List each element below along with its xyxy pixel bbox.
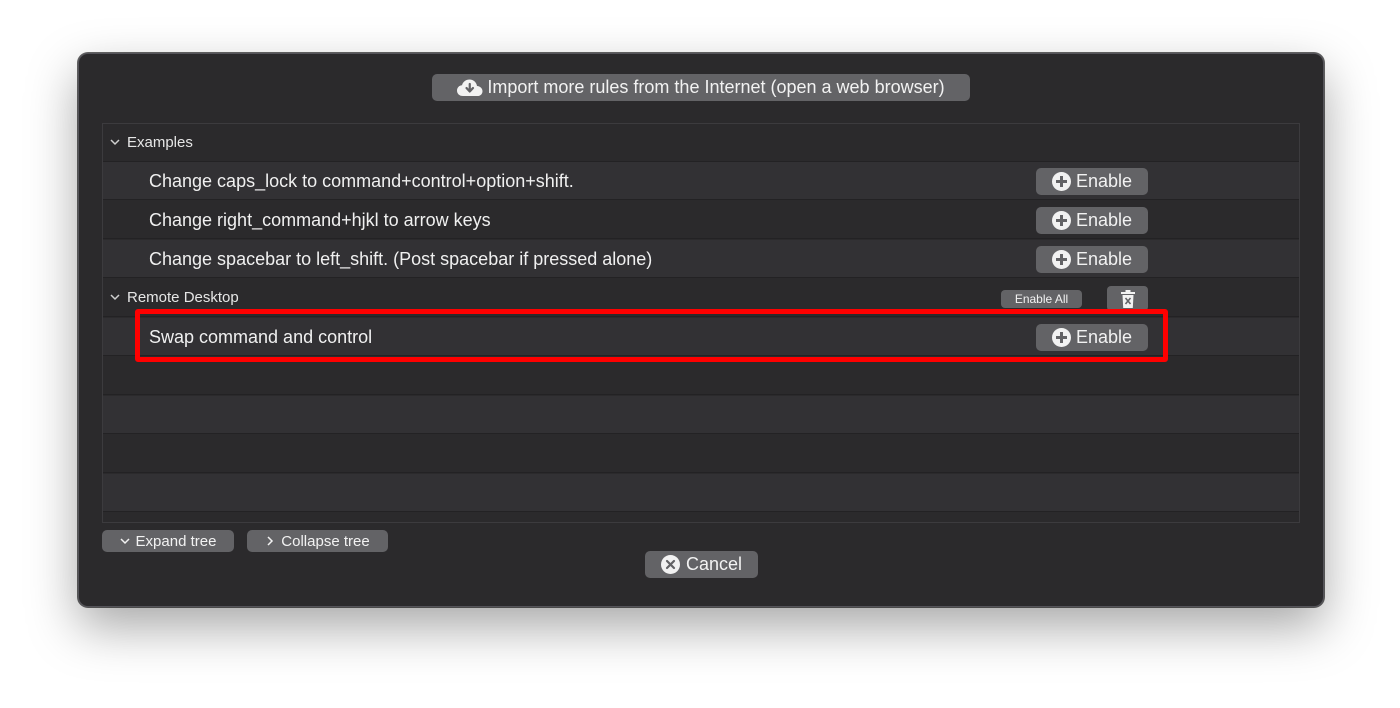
collapse-tree-label: Collapse tree	[281, 532, 370, 550]
import-rules-button[interactable]: Import more rules from the Internet (ope…	[432, 74, 970, 101]
cloud-download-icon	[457, 79, 483, 96]
plus-circle-icon	[1051, 328, 1071, 347]
enable-button-label: Enable	[1075, 171, 1133, 191]
delete-group-button[interactable]	[1107, 286, 1148, 311]
chevron-right-icon	[267, 536, 274, 546]
expand-tree-button[interactable]: Expand tree	[102, 530, 234, 552]
empty-row	[103, 513, 1299, 522]
close-circle-icon	[660, 555, 680, 574]
plus-circle-icon	[1051, 211, 1071, 230]
cancel-button[interactable]: Cancel	[645, 551, 758, 578]
enable-all-button[interactable]: Enable All	[1001, 290, 1082, 308]
group-row-examples[interactable]: Examples	[103, 124, 1299, 162]
plus-circle-icon	[1051, 172, 1071, 191]
empty-row	[103, 396, 1299, 434]
rule-row: Change spacebar to left_shift. (Post spa…	[103, 240, 1299, 278]
enable-button[interactable]: Enable	[1036, 246, 1148, 273]
group-label: Examples	[127, 134, 193, 151]
empty-row	[103, 474, 1299, 512]
rule-label: Change right_command+hjkl to arrow keys	[149, 210, 491, 230]
plus-circle-icon	[1051, 250, 1071, 269]
cancel-button-label: Cancel	[685, 554, 743, 574]
enable-button[interactable]: Enable	[1036, 168, 1148, 195]
empty-row	[103, 435, 1299, 473]
rule-label: Swap command and control	[149, 327, 373, 347]
collapse-tree-button[interactable]: Collapse tree	[247, 530, 388, 552]
rules-tree: Examples Change caps_lock to command+con…	[102, 123, 1300, 523]
rule-row: Swap command and control Enable	[103, 318, 1299, 356]
enable-button-label: Enable	[1075, 327, 1133, 347]
enable-button-label: Enable	[1075, 249, 1133, 269]
chevron-down-icon[interactable]	[110, 137, 120, 147]
rule-row: Change caps_lock to command+control+opti…	[103, 162, 1299, 200]
enable-button[interactable]: Enable	[1036, 207, 1148, 234]
import-rules-dialog: Import more rules from the Internet (ope…	[78, 53, 1324, 607]
enable-button-label: Enable	[1075, 210, 1133, 230]
expand-tree-label: Expand tree	[135, 532, 217, 550]
import-rules-button-label: Import more rules from the Internet (ope…	[487, 77, 945, 97]
rule-row: Change right_command+hjkl to arrow keys …	[103, 201, 1299, 239]
rule-label: Change caps_lock to command+control+opti…	[149, 171, 574, 191]
empty-row	[103, 357, 1299, 395]
group-row-remote-desktop[interactable]: Remote Desktop Enable All	[103, 279, 1299, 317]
trash-icon	[1120, 289, 1135, 308]
chevron-down-icon[interactable]	[110, 292, 120, 302]
chevron-down-icon	[120, 538, 130, 545]
enable-button[interactable]: Enable	[1036, 324, 1148, 351]
group-label: Remote Desktop	[127, 289, 239, 306]
rule-label: Change spacebar to left_shift. (Post spa…	[149, 249, 653, 269]
